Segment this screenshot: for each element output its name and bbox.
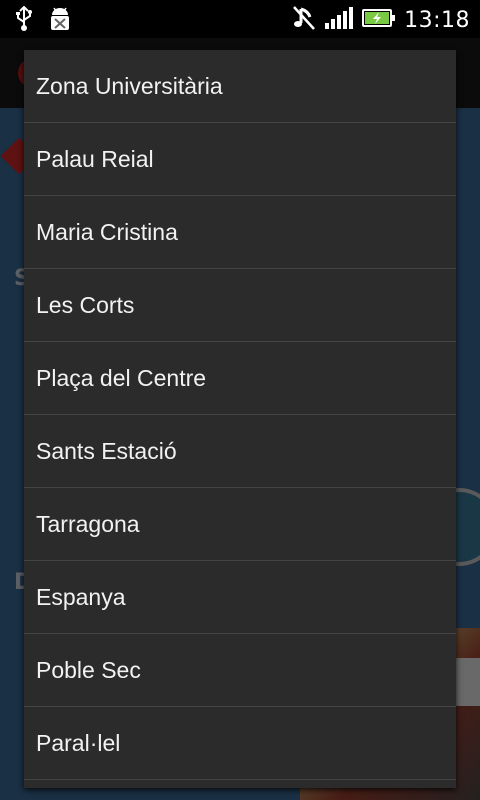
station-label: Les Corts bbox=[36, 291, 135, 318]
list-item-station[interactable]: Sants Estació bbox=[24, 415, 456, 488]
station-label: Zona Universitària bbox=[36, 72, 223, 99]
station-label: Palau Reial bbox=[36, 145, 154, 172]
screen: 13:18 S D Zona Universitària Palau Reial… bbox=[0, 0, 480, 800]
music-muted-icon bbox=[292, 5, 316, 35]
status-bar-system: 13:18 bbox=[292, 4, 470, 36]
list-item-station[interactable]: Palau Reial bbox=[24, 123, 456, 196]
list-item-station[interactable]: Plaça del Centre bbox=[24, 342, 456, 415]
list-item-station[interactable]: Poble Sec bbox=[24, 634, 456, 707]
station-label: Paral·lel bbox=[36, 729, 121, 756]
list-item-station[interactable]: Zona Universitària bbox=[24, 50, 456, 123]
station-dropdown-list: Zona Universitària Palau Reial Maria Cri… bbox=[24, 50, 456, 788]
list-item-station[interactable]: Paral·lel bbox=[24, 707, 456, 780]
status-bar-notifications bbox=[14, 5, 72, 36]
list-item-station[interactable]: Tarragona bbox=[24, 488, 456, 561]
station-label: Espanya bbox=[36, 583, 126, 610]
list-item-station[interactable]: Les Corts bbox=[24, 269, 456, 342]
list-item-station[interactable]: Maria Cristina bbox=[24, 196, 456, 269]
station-label: Maria Cristina bbox=[36, 218, 178, 245]
battery-charging-icon bbox=[362, 6, 396, 34]
status-bar-time: 13:18 bbox=[404, 7, 470, 33]
station-label: Tarragona bbox=[36, 510, 140, 537]
station-label: Poble Sec bbox=[36, 656, 141, 683]
list-item-station[interactable]: Espanya bbox=[24, 561, 456, 634]
status-bar: 13:18 bbox=[0, 0, 480, 38]
station-label: Sants Estació bbox=[36, 437, 177, 464]
station-label: Plaça del Centre bbox=[36, 364, 207, 391]
signal-icon bbox=[324, 5, 354, 35]
usb-icon bbox=[14, 5, 34, 36]
android-debug-icon bbox=[48, 6, 72, 36]
